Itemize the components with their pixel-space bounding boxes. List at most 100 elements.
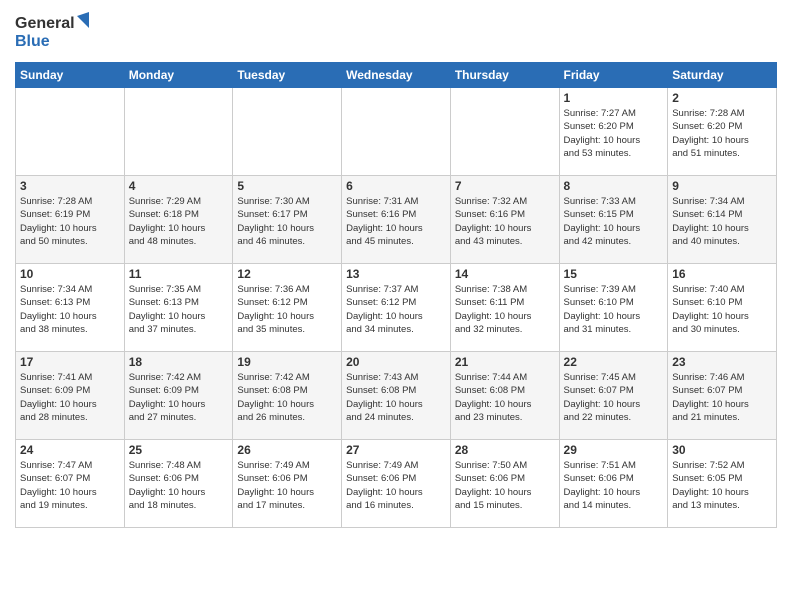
logo-svg: GeneralBlue bbox=[15, 10, 95, 54]
calendar-day-cell: 12 Sunrise: 7:36 AM Sunset: 6:12 PM Dayli… bbox=[233, 264, 342, 352]
day-number: 3 bbox=[20, 179, 120, 193]
calendar-day-cell: 29Sunrise: 7:51 AM Sunset: 6:06 PM Dayli… bbox=[559, 440, 668, 528]
day-number: 25 bbox=[129, 443, 229, 457]
calendar-day-cell: 23 Sunrise: 7:46 AM Sunset: 6:07 PM Dayli… bbox=[668, 352, 777, 440]
weekday-header-saturday: Saturday bbox=[668, 63, 777, 88]
day-number: 5 bbox=[237, 179, 337, 193]
day-number: 18 bbox=[129, 355, 229, 369]
empty-cell bbox=[16, 88, 125, 176]
empty-cell bbox=[450, 88, 559, 176]
day-number: 16 bbox=[672, 267, 772, 281]
calendar-day-cell: 26 Sunrise: 7:49 AM Sunset: 6:06 PM Dayli… bbox=[233, 440, 342, 528]
calendar-table: SundayMondayTuesdayWednesdayThursdayFrid… bbox=[15, 62, 777, 528]
weekday-header-tuesday: Tuesday bbox=[233, 63, 342, 88]
calendar-day-cell: 19 Sunrise: 7:42 AM Sunset: 6:08 PM Dayli… bbox=[233, 352, 342, 440]
calendar-day-cell: 25 Sunrise: 7:48 AM Sunset: 6:06 PM Dayli… bbox=[124, 440, 233, 528]
day-info: Sunrise: 7:46 AM Sunset: 6:07 PM Dayligh… bbox=[672, 371, 772, 424]
day-number: 13 bbox=[346, 267, 446, 281]
weekday-header-monday: Monday bbox=[124, 63, 233, 88]
day-info: Sunrise: 7:42 AM Sunset: 6:08 PM Dayligh… bbox=[237, 371, 337, 424]
svg-text:General: General bbox=[15, 15, 75, 32]
day-number: 14 bbox=[455, 267, 555, 281]
day-info: Sunrise: 7:32 AM Sunset: 6:16 PM Dayligh… bbox=[455, 195, 555, 248]
calendar-day-cell: 17 Sunrise: 7:41 AM Sunset: 6:09 PM Dayli… bbox=[16, 352, 125, 440]
day-info: Sunrise: 7:27 AM Sunset: 6:20 PM Dayligh… bbox=[564, 107, 664, 160]
day-info: Sunrise: 7:40 AM Sunset: 6:10 PM Dayligh… bbox=[672, 283, 772, 336]
day-number: 27 bbox=[346, 443, 446, 457]
calendar-day-cell: 6 Sunrise: 7:31 AM Sunset: 6:16 PM Daylig… bbox=[342, 176, 451, 264]
day-info: Sunrise: 7:43 AM Sunset: 6:08 PM Dayligh… bbox=[346, 371, 446, 424]
calendar-week-row: 10 Sunrise: 7:34 AM Sunset: 6:13 PM Dayli… bbox=[16, 264, 777, 352]
day-number: 26 bbox=[237, 443, 337, 457]
calendar-day-cell: 27 Sunrise: 7:49 AM Sunset: 6:06 PM Dayli… bbox=[342, 440, 451, 528]
day-info: Sunrise: 7:49 AM Sunset: 6:06 PM Dayligh… bbox=[346, 459, 446, 512]
calendar-week-row: 1 Sunrise: 7:27 AM Sunset: 6:20 PM Daylig… bbox=[16, 88, 777, 176]
weekday-header-sunday: Sunday bbox=[16, 63, 125, 88]
calendar-day-cell: 3 Sunrise: 7:28 AM Sunset: 6:19 PM Daylig… bbox=[16, 176, 125, 264]
main-container: GeneralBlue SundayMondayTuesdayWednesday… bbox=[0, 0, 792, 538]
day-info: Sunrise: 7:47 AM Sunset: 6:07 PM Dayligh… bbox=[20, 459, 120, 512]
calendar-day-cell: 14 Sunrise: 7:38 AM Sunset: 6:11 PM Dayli… bbox=[450, 264, 559, 352]
day-info: Sunrise: 7:28 AM Sunset: 6:19 PM Dayligh… bbox=[20, 195, 120, 248]
day-info: Sunrise: 7:31 AM Sunset: 6:16 PM Dayligh… bbox=[346, 195, 446, 248]
day-number: 28 bbox=[455, 443, 555, 457]
day-info: Sunrise: 7:50 AM Sunset: 6:06 PM Dayligh… bbox=[455, 459, 555, 512]
calendar-day-cell: 30Sunrise: 7:52 AM Sunset: 6:05 PM Dayli… bbox=[668, 440, 777, 528]
day-info: Sunrise: 7:34 AM Sunset: 6:14 PM Dayligh… bbox=[672, 195, 772, 248]
calendar-day-cell: 15 Sunrise: 7:39 AM Sunset: 6:10 PM Dayli… bbox=[559, 264, 668, 352]
day-info: Sunrise: 7:37 AM Sunset: 6:12 PM Dayligh… bbox=[346, 283, 446, 336]
day-info: Sunrise: 7:48 AM Sunset: 6:06 PM Dayligh… bbox=[129, 459, 229, 512]
day-info: Sunrise: 7:34 AM Sunset: 6:13 PM Dayligh… bbox=[20, 283, 120, 336]
weekday-header-row: SundayMondayTuesdayWednesdayThursdayFrid… bbox=[16, 63, 777, 88]
calendar-day-cell: 5 Sunrise: 7:30 AM Sunset: 6:17 PM Daylig… bbox=[233, 176, 342, 264]
day-info: Sunrise: 7:49 AM Sunset: 6:06 PM Dayligh… bbox=[237, 459, 337, 512]
day-info: Sunrise: 7:30 AM Sunset: 6:17 PM Dayligh… bbox=[237, 195, 337, 248]
header: GeneralBlue bbox=[15, 10, 777, 54]
calendar-day-cell: 21 Sunrise: 7:44 AM Sunset: 6:08 PM Dayli… bbox=[450, 352, 559, 440]
day-number: 24 bbox=[20, 443, 120, 457]
day-info: Sunrise: 7:41 AM Sunset: 6:09 PM Dayligh… bbox=[20, 371, 120, 424]
weekday-header-friday: Friday bbox=[559, 63, 668, 88]
day-number: 19 bbox=[237, 355, 337, 369]
day-number: 21 bbox=[455, 355, 555, 369]
day-info: Sunrise: 7:38 AM Sunset: 6:11 PM Dayligh… bbox=[455, 283, 555, 336]
day-number: 12 bbox=[237, 267, 337, 281]
day-info: Sunrise: 7:44 AM Sunset: 6:08 PM Dayligh… bbox=[455, 371, 555, 424]
day-number: 9 bbox=[672, 179, 772, 193]
day-number: 7 bbox=[455, 179, 555, 193]
calendar-day-cell: 1 Sunrise: 7:27 AM Sunset: 6:20 PM Daylig… bbox=[559, 88, 668, 176]
svg-text:Blue: Blue bbox=[15, 33, 50, 50]
day-number: 6 bbox=[346, 179, 446, 193]
day-number: 10 bbox=[20, 267, 120, 281]
empty-cell bbox=[233, 88, 342, 176]
day-info: Sunrise: 7:33 AM Sunset: 6:15 PM Dayligh… bbox=[564, 195, 664, 248]
day-number: 15 bbox=[564, 267, 664, 281]
day-number: 1 bbox=[564, 91, 664, 105]
calendar-week-row: 17 Sunrise: 7:41 AM Sunset: 6:09 PM Dayli… bbox=[16, 352, 777, 440]
weekday-header-wednesday: Wednesday bbox=[342, 63, 451, 88]
day-number: 11 bbox=[129, 267, 229, 281]
calendar-day-cell: 13 Sunrise: 7:37 AM Sunset: 6:12 PM Dayli… bbox=[342, 264, 451, 352]
calendar-day-cell: 9 Sunrise: 7:34 AM Sunset: 6:14 PM Daylig… bbox=[668, 176, 777, 264]
day-info: Sunrise: 7:36 AM Sunset: 6:12 PM Dayligh… bbox=[237, 283, 337, 336]
calendar-day-cell: 18Sunrise: 7:42 AM Sunset: 6:09 PM Dayli… bbox=[124, 352, 233, 440]
day-info: Sunrise: 7:28 AM Sunset: 6:20 PM Dayligh… bbox=[672, 107, 772, 160]
calendar-day-cell: 7 Sunrise: 7:32 AM Sunset: 6:16 PM Daylig… bbox=[450, 176, 559, 264]
calendar-day-cell: 2 Sunrise: 7:28 AM Sunset: 6:20 PM Daylig… bbox=[668, 88, 777, 176]
calendar-day-cell: 28 Sunrise: 7:50 AM Sunset: 6:06 PM Dayli… bbox=[450, 440, 559, 528]
day-info: Sunrise: 7:39 AM Sunset: 6:10 PM Dayligh… bbox=[564, 283, 664, 336]
logo: GeneralBlue bbox=[15, 10, 95, 54]
day-info: Sunrise: 7:52 AM Sunset: 6:05 PM Dayligh… bbox=[672, 459, 772, 512]
day-number: 22 bbox=[564, 355, 664, 369]
day-number: 23 bbox=[672, 355, 772, 369]
day-number: 20 bbox=[346, 355, 446, 369]
calendar-day-cell: 16 Sunrise: 7:40 AM Sunset: 6:10 PM Dayli… bbox=[668, 264, 777, 352]
day-info: Sunrise: 7:45 AM Sunset: 6:07 PM Dayligh… bbox=[564, 371, 664, 424]
empty-cell bbox=[342, 88, 451, 176]
calendar-day-cell: 20 Sunrise: 7:43 AM Sunset: 6:08 PM Dayli… bbox=[342, 352, 451, 440]
empty-cell bbox=[124, 88, 233, 176]
day-info: Sunrise: 7:35 AM Sunset: 6:13 PM Dayligh… bbox=[129, 283, 229, 336]
day-number: 2 bbox=[672, 91, 772, 105]
calendar-week-row: 3 Sunrise: 7:28 AM Sunset: 6:19 PM Daylig… bbox=[16, 176, 777, 264]
day-number: 17 bbox=[20, 355, 120, 369]
